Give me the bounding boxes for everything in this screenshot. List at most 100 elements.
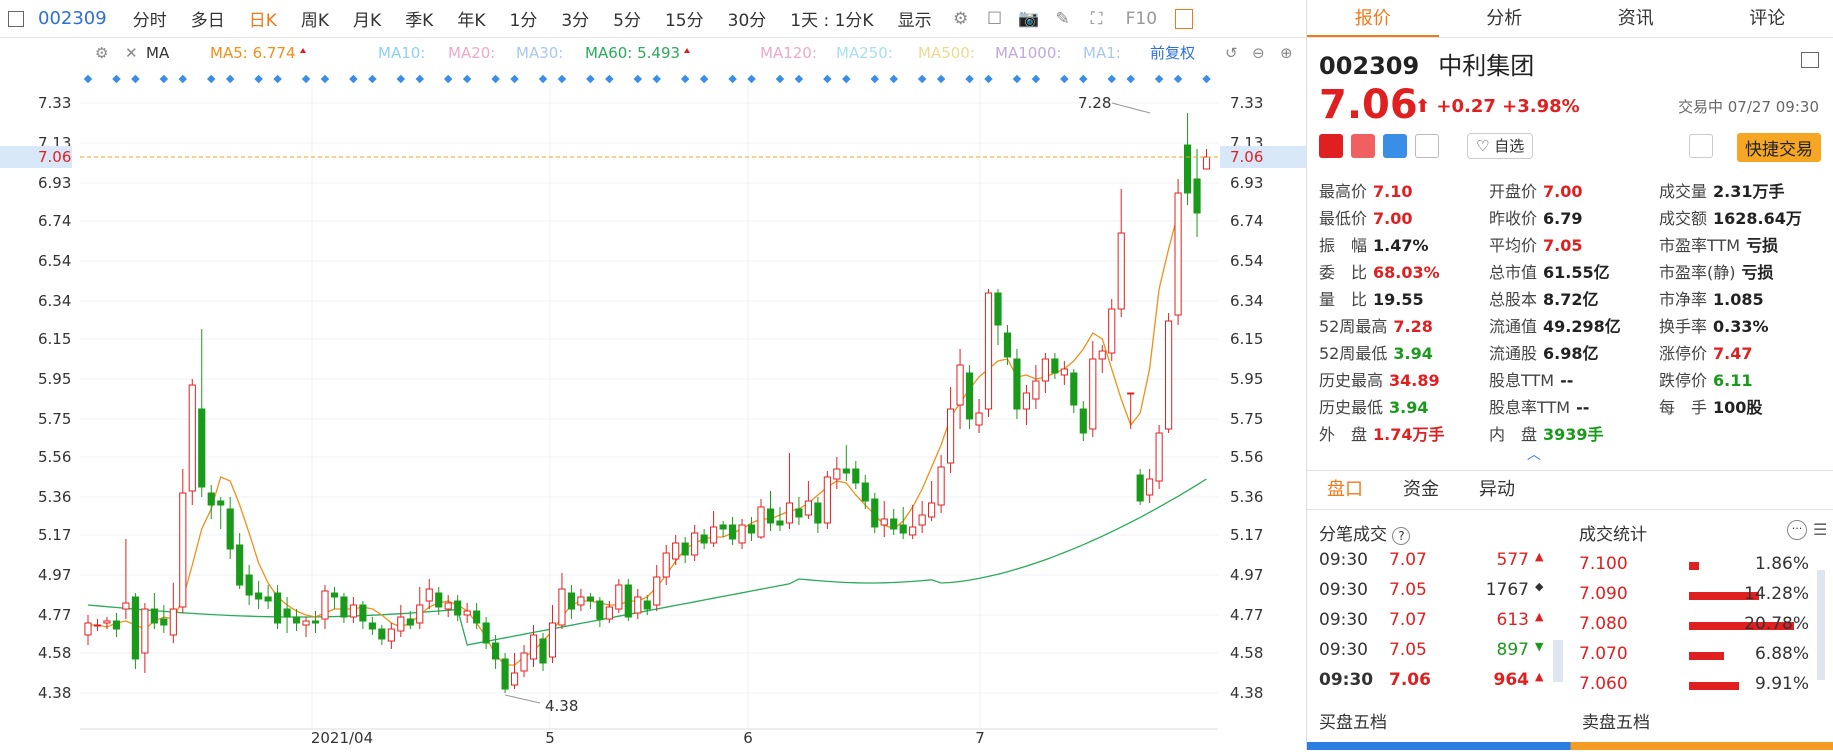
stat-cell: 总市值61.55亿 (1489, 259, 1659, 286)
candle-body (1042, 359, 1048, 381)
candle-body (170, 609, 176, 635)
ticks-scrollbar[interactable] (1553, 640, 1563, 682)
buy5-title: 买盘五档 (1307, 708, 1570, 733)
candle-body (1090, 359, 1096, 429)
signal-diamond-icon (368, 75, 376, 83)
stat-value: 7.05 (1543, 236, 1582, 255)
help-icon[interactable]: ? (1392, 527, 1410, 545)
more-icon[interactable]: ··· (1787, 520, 1807, 540)
stat-value: 49.298亿 (1543, 317, 1621, 336)
display-select[interactable]: 显示 (886, 6, 944, 31)
period-tab-5[interactable]: 季K (393, 6, 445, 31)
tick-direction-icon: ▼ (1535, 640, 1543, 670)
period-tab-10[interactable]: 15分 (653, 6, 716, 31)
signal-diamond-icon (349, 75, 357, 83)
candle-body (445, 603, 451, 609)
ma5-up-arrow-icon (300, 48, 306, 53)
trade-stat-row: 7.0706.88% (1579, 644, 1809, 674)
period-tab-9[interactable]: 5分 (601, 6, 653, 31)
ma60-up-arrow-icon (684, 48, 690, 53)
tab-comments[interactable]: 评论 (1702, 0, 1833, 37)
low-leader (505, 695, 540, 703)
sidebar-toggle-icon[interactable] (8, 11, 24, 27)
period-tab-4[interactable]: 月K (341, 6, 393, 31)
candle-body (957, 365, 963, 405)
interval-select[interactable]: 1天 : 1分K (778, 6, 885, 31)
top-toolbar: 002309 分时多日日K周K月K季K年K1分3分5分15分30分 1天 : 1… (0, 0, 1306, 38)
stats-row: 委 比68.03%总市值61.55亿市盈率(静)亏损 (1319, 259, 1829, 286)
period-tab-2[interactable]: 日K (237, 6, 289, 31)
tab-analysis[interactable]: 分析 (1439, 0, 1571, 37)
candle-body (758, 507, 764, 537)
period-tab-3[interactable]: 周K (289, 6, 341, 31)
f10-button[interactable]: F10 (1114, 9, 1169, 29)
tick-price: 7.07 (1389, 610, 1459, 640)
stat-value: 3.94 (1389, 398, 1428, 417)
camera-icon[interactable]: 📷 (1018, 8, 1040, 30)
stat-cell: 平均价7.05 (1489, 232, 1659, 259)
stats-row: 历史最低3.94股息率TTM--每 手100股 (1319, 394, 1829, 421)
stat-cell: 股息率TTM-- (1489, 394, 1659, 421)
stats-scrollbar[interactable] (1817, 570, 1825, 680)
candle-body (1156, 433, 1162, 481)
tab-news[interactable]: 资讯 (1570, 0, 1702, 37)
list-icon[interactable]: ☰ (1813, 520, 1827, 539)
trade-stat-price: 7.070 (1579, 644, 1628, 664)
tick-time: 09:30 (1319, 550, 1389, 580)
period-tab-11[interactable]: 30分 (716, 6, 779, 31)
expand-chevron-icon[interactable]: ︿ (1527, 444, 1541, 464)
signal-diamond-icon (131, 75, 139, 83)
stat-label: 成交量 (1659, 182, 1707, 201)
stat-label: 量 比 (1319, 290, 1367, 309)
signal-diamond-icon (179, 75, 187, 83)
y-tick-left: 4.38 (38, 684, 71, 702)
trade-stat-row: 7.09014.28% (1579, 584, 1809, 614)
bell-icon[interactable] (1689, 134, 1713, 158)
note-icon[interactable] (1415, 134, 1439, 158)
period-tab-8[interactable]: 3分 (549, 6, 601, 31)
pencil-icon[interactable]: ✎ (1052, 8, 1074, 30)
trade-stat-pct: 1.86% (1755, 554, 1809, 574)
stat-value: 3939手 (1543, 425, 1604, 444)
period-tab-6[interactable]: 年K (445, 6, 497, 31)
stat-label: 涨停价 (1659, 344, 1707, 363)
candle-body (284, 609, 290, 617)
y-tick-left: 6.93 (38, 174, 71, 192)
candle-body (360, 605, 366, 621)
panel-toggle-icon[interactable] (1175, 9, 1193, 29)
settings-icon[interactable]: ⚙ (950, 8, 972, 30)
trade-stat-pct: 14.28% (1744, 584, 1809, 604)
kline-chart[interactable]: ⚙✕MAMA5: 6.774MA10:MA20:MA30:MA60: 5.493… (0, 39, 1306, 750)
checkbox-icon[interactable]: ☐ (984, 8, 1006, 30)
candle-body (322, 591, 328, 619)
tick-time: 09:30 (1319, 610, 1389, 640)
period-tab-0[interactable]: 分时 (121, 6, 179, 31)
y-tick-right: 5.17 (1230, 526, 1263, 544)
tick-direction-icon: ▲ (1535, 670, 1543, 700)
layout-icon[interactable] (1801, 52, 1819, 68)
y-tick-right: 5.36 (1230, 488, 1263, 506)
period-tab-1[interactable]: 多日 (179, 6, 237, 31)
subtab-1[interactable]: 资金 (1383, 471, 1459, 509)
candle-body (625, 585, 631, 617)
stat-label: 每 手 (1659, 398, 1707, 417)
trade-stat-row: 7.1001.86% (1579, 554, 1809, 584)
candle-body (521, 653, 527, 671)
candle-body (511, 673, 517, 685)
subtab-0[interactable]: 盘口 (1307, 471, 1383, 509)
stats-row: 量 比19.55总股本8.72亿市净率1.085 (1319, 286, 1829, 313)
expand-icon[interactable]: ⛶ (1086, 8, 1108, 30)
tick-direction-icon: ▲ (1535, 610, 1543, 640)
period-tab-7[interactable]: 1分 (498, 6, 550, 31)
candle-body (616, 585, 622, 609)
indicator-label-5: MA20: (448, 44, 495, 62)
stat-cell: 最低价7.00 (1319, 205, 1489, 232)
y-tick-right: 6.34 (1230, 292, 1263, 310)
stat-value: 7.28 (1393, 317, 1432, 336)
subtab-2[interactable]: 异动 (1459, 471, 1535, 509)
fast-trade-button[interactable]: 快捷交易 (1737, 133, 1821, 162)
stock-code-tab[interactable]: 002309 (38, 8, 107, 29)
watchlist-button[interactable]: ♡ 自选 (1467, 133, 1533, 159)
tab-quote[interactable]: 报价 (1307, 0, 1439, 37)
tick-row: 09:307.051767◆ (1319, 580, 1549, 610)
